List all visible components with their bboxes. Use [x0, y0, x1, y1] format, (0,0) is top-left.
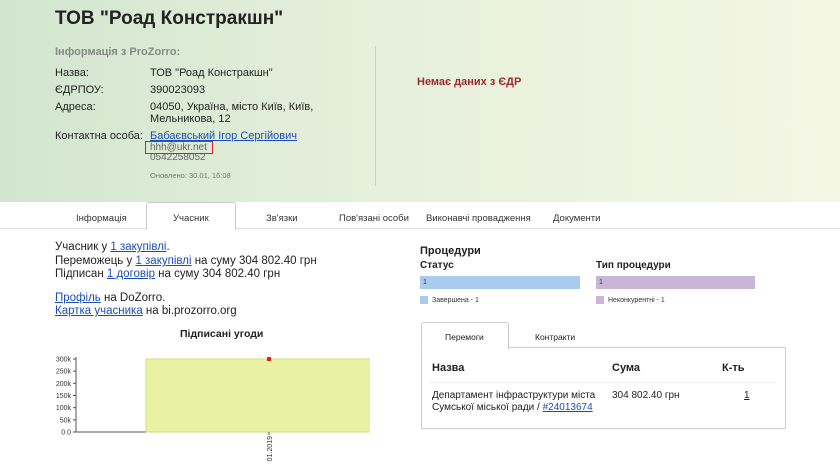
- procedures-title: Процедури: [420, 245, 481, 257]
- contact-label: Контактна особа:: [55, 130, 143, 142]
- col-header-sum: Сума: [612, 362, 641, 374]
- tabs-baseline: [0, 228, 840, 229]
- card-line: Картка учасника на bi.prozorro.org: [55, 305, 237, 317]
- status-legend[interactable]: Завершена - 1: [420, 296, 479, 304]
- company-title: ТОВ "Роад Констракшн": [55, 8, 284, 29]
- type-legend[interactable]: Неконкурентні - 1: [596, 296, 665, 304]
- tab-participant[interactable]: Учасник: [173, 213, 209, 224]
- tab-winnings[interactable]: Перемоги: [445, 332, 484, 342]
- procedure-type-bar[interactable]: 1: [596, 276, 755, 289]
- table-row-name: Департамент інфраструктури міста Сумсько…: [432, 390, 596, 413]
- contracts-line: Підписан 1 договір на суму 304 802.40 гр…: [55, 268, 281, 280]
- chart-bar: [145, 358, 370, 433]
- header-divider: [375, 46, 376, 186]
- edrpou-label: ЄДРПОУ:: [55, 84, 104, 96]
- table-row-count-link[interactable]: 1: [744, 390, 750, 402]
- x-tick-label: 01.2019: [267, 436, 274, 461]
- winner-line: Переможець у 1 закупівлі на суму 304 802…: [55, 255, 317, 267]
- name-value: ТОВ "Роад Констракшн": [150, 67, 273, 79]
- col-header-name: Назва: [432, 362, 465, 374]
- info-heading: Інформація з ProZorro:: [55, 46, 181, 58]
- tab-enforcement[interactable]: Виконавчі провадження: [426, 213, 531, 224]
- y-tick-label: 50k: [60, 417, 72, 424]
- edrpou-value: 390023093: [150, 84, 206, 96]
- tender-id-link[interactable]: #24013674: [543, 402, 593, 413]
- tab-info[interactable]: Інформація: [76, 213, 127, 224]
- edr-message: Немає даних з ЄДР: [417, 76, 522, 88]
- signed-contracts-chart: 0.0 50k 100k 150k 200k 250k 300k 01.2019: [56, 357, 370, 461]
- participant-line: Учасник у 1 закупівлі.: [55, 241, 170, 253]
- chart-bar-marker: [267, 357, 271, 361]
- y-tick-label: 150k: [56, 393, 72, 400]
- type-legend-swatch: [596, 296, 604, 304]
- col-header-count: К-ть: [722, 362, 745, 374]
- updated-timestamp: Оновлено: 30.01, 16:08: [150, 171, 231, 180]
- tab-documents[interactable]: Документи: [553, 213, 600, 224]
- tab-contracts[interactable]: Контракти: [535, 332, 575, 342]
- procedure-type-label: Тип процедури: [596, 260, 671, 271]
- tab-links[interactable]: Зв'язки: [266, 213, 298, 224]
- status-bar[interactable]: 1: [420, 276, 580, 289]
- status-legend-swatch: [420, 296, 428, 304]
- name-label: Назва:: [55, 67, 89, 79]
- profile-link[interactable]: Профіль: [55, 292, 101, 304]
- tab-related-persons[interactable]: Пов'язані особи: [339, 213, 409, 224]
- participant-card-link[interactable]: Картка учасника: [55, 305, 143, 317]
- contracts-link[interactable]: 1 договір: [107, 268, 155, 280]
- chart-title: Підписані угоди: [180, 328, 264, 340]
- won-tenders-link[interactable]: 1 закупівлі: [135, 255, 191, 267]
- profile-line: Профіль на DoZorro.: [55, 292, 166, 304]
- tenders-link[interactable]: 1 закупівлі: [110, 241, 166, 253]
- y-tick-label: 0.0: [61, 430, 71, 437]
- table-header-divider: [430, 382, 776, 383]
- y-tick-label: 300k: [56, 357, 72, 364]
- address-label: Адреса:: [55, 101, 96, 113]
- winnings-panel: [421, 347, 786, 429]
- y-tick-label: 100k: [56, 405, 72, 412]
- email-highlight-box: [145, 141, 213, 154]
- table-row-sum: 304 802.40 грн: [612, 390, 680, 401]
- company-header: ТОВ "Роад Констракшн" Інформація з ProZo…: [0, 0, 840, 202]
- status-label: Статус: [420, 260, 454, 271]
- y-tick-label: 250k: [56, 369, 72, 376]
- address-value: 04050, Україна, місто Київ, Київ, Мельни…: [150, 101, 314, 125]
- y-tick-label: 200k: [56, 381, 72, 388]
